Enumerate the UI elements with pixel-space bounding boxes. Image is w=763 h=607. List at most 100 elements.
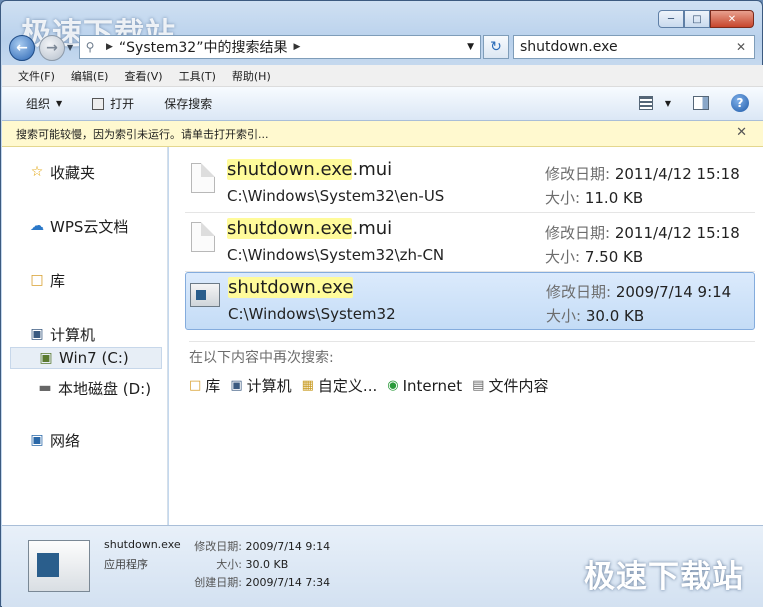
organize-label: 组织: [26, 97, 51, 111]
search-again-internet[interactable]: ◉ Internet: [387, 375, 462, 396]
breadcrumb-chevron-icon[interactable]: ▶: [293, 42, 300, 52]
application-icon: [190, 283, 220, 307]
result-path: C:\Windows\System32\zh-CN: [227, 246, 445, 264]
application-thumbnail-icon: [28, 540, 90, 592]
save-search-button[interactable]: 保存搜索: [164, 95, 212, 112]
navigation-pane: ☆ 收藏夹 ☁ WPS云文档 □ 库 ▣ 计算机 ▣ Win7 (C:) ▬ 本…: [2, 147, 168, 525]
preview-pane-icon[interactable]: [693, 96, 709, 110]
change-view-icon[interactable]: [638, 96, 653, 110]
back-button[interactable]: ←: [9, 35, 35, 61]
size-label: 大小:: [545, 248, 581, 266]
search-box[interactable]: shutdown.exe ✕: [513, 35, 755, 59]
breadcrumb-chevron-icon[interactable]: ▶: [106, 42, 113, 52]
menu-help[interactable]: 帮助(H): [232, 68, 271, 84]
modified-value: 2009/7/14 9:14: [615, 283, 732, 301]
nav-label: 库: [50, 271, 66, 290]
results-pane: shutdown.exe.mui C:\Windows\System32\en-…: [169, 147, 763, 525]
search-again-custom[interactable]: ▦ 自定义...: [302, 375, 378, 396]
list-item[interactable]: shutdown.exe.mui C:\Windows\System32\zh-…: [185, 214, 755, 272]
result-name: shutdown.exe.mui: [227, 218, 392, 239]
command-bar: 组织 ▼ 打开 保存搜索 ▼ ?: [2, 87, 763, 121]
help-icon[interactable]: ?: [731, 94, 749, 112]
details-value: 2009/7/14 9:14: [245, 540, 331, 553]
info-bar-message: 搜索可能较慢，因为索引未运行。请单击打开索引...: [16, 127, 269, 141]
computer-icon: ▣: [30, 326, 44, 342]
close-button[interactable]: ✕: [710, 10, 754, 28]
nav-label: 网络: [50, 431, 81, 450]
details-label: 创建日期:: [194, 576, 242, 589]
nav-label: 计算机: [50, 325, 96, 344]
nav-label: 收藏夹: [50, 163, 96, 182]
recent-pages-dropdown-icon[interactable]: ▼: [67, 43, 73, 52]
modified-value: 2011/4/12 15:18: [614, 165, 740, 183]
menu-view[interactable]: 查看(V): [124, 68, 162, 84]
open-button[interactable]: 打开: [92, 95, 134, 112]
library-icon: □: [30, 272, 44, 288]
view-dropdown-icon[interactable]: ▼: [665, 99, 671, 108]
search-again-computer[interactable]: ▣ 计算机: [230, 375, 291, 396]
size-label: 大小:: [546, 307, 582, 325]
list-item[interactable]: shutdown.exe.mui C:\Windows\System32\en-…: [185, 155, 755, 213]
link-label: 库: [205, 377, 221, 395]
organize-dropdown-icon: ▼: [56, 99, 63, 108]
link-label: 文件内容: [488, 377, 549, 395]
details-file-name: shutdown.exe: [104, 538, 181, 551]
size-value: 7.50 KB: [584, 248, 644, 266]
nav-label: 本地磁盘 (D:): [58, 379, 152, 398]
search-again-library[interactable]: □ 库: [189, 375, 220, 396]
menu-edit[interactable]: 编辑(E): [71, 68, 109, 84]
address-bar[interactable]: ⚲ ▶ “System32”中的搜索结果 ▶ ▼: [79, 35, 481, 59]
info-bar-close-icon[interactable]: ✕: [736, 125, 747, 140]
result-size: 大小: 11.0 KB: [545, 187, 643, 208]
name-rest: .mui: [352, 218, 393, 239]
nav-item-drive-d[interactable]: ▬ 本地磁盘 (D:): [36, 377, 151, 399]
document-search-icon: ▤: [472, 378, 485, 393]
result-size: 大小: 30.0 KB: [546, 305, 644, 326]
result-path: C:\Windows\System32: [228, 305, 396, 323]
star-icon: ☆: [30, 164, 44, 180]
search-folder-icon: ⚲: [85, 40, 95, 54]
result-name: shutdown.exe.mui: [227, 159, 392, 180]
size-value: 11.0 KB: [584, 189, 644, 207]
search-again-title: 在以下内容中再次搜索:: [189, 350, 334, 366]
result-size: 大小: 7.50 KB: [545, 246, 643, 267]
minimize-button[interactable]: ─: [658, 10, 684, 28]
back-arrow-icon: ←: [16, 40, 28, 56]
link-label: 自定义...: [317, 377, 378, 395]
details-label: 大小:: [216, 558, 242, 571]
details-file-type: 应用程序: [104, 558, 148, 571]
nav-item-drive-c[interactable]: ▣ Win7 (C:): [10, 347, 162, 369]
modified-label: 修改日期:: [545, 224, 611, 242]
menu-file[interactable]: 文件(F): [18, 68, 55, 84]
list-item-selected[interactable]: shutdown.exe C:\Windows\System32 修改日期: 2…: [185, 272, 755, 330]
nav-item-network[interactable]: ▣ 网络: [28, 429, 80, 451]
nav-item-wps[interactable]: ☁ WPS云文档: [28, 215, 128, 237]
address-dropdown-icon[interactable]: ▼: [467, 42, 474, 52]
maximize-button[interactable]: □: [684, 10, 710, 28]
modified-label: 修改日期:: [546, 283, 612, 301]
result-name: shutdown.exe: [228, 277, 354, 298]
refresh-button[interactable]: ↻: [483, 35, 509, 59]
nav-item-computer[interactable]: ▣ 计算机: [28, 323, 95, 345]
open-label: 打开: [110, 97, 135, 111]
name-highlight: shutdown.exe: [227, 218, 353, 239]
menu-bar: 文件(F) 编辑(E) 查看(V) 工具(T) 帮助(H): [2, 65, 763, 87]
drive-icon: ▬: [38, 380, 52, 396]
address-path[interactable]: “System32”中的搜索结果: [119, 37, 288, 57]
name-highlight: shutdown.exe: [228, 277, 354, 298]
search-again-file-contents[interactable]: ▤ 文件内容: [472, 375, 548, 396]
clear-search-icon[interactable]: ✕: [736, 40, 746, 54]
menu-tools[interactable]: 工具(T): [179, 68, 216, 84]
organize-button[interactable]: 组织 ▼: [26, 95, 62, 112]
name-highlight: shutdown.exe: [227, 159, 353, 180]
open-icon: [92, 97, 105, 110]
info-bar[interactable]: 搜索可能较慢，因为索引未运行。请单击打开索引... ✕: [2, 121, 763, 147]
nav-item-favorites[interactable]: ☆ 收藏夹: [28, 161, 95, 183]
forward-arrow-icon: →: [46, 40, 58, 56]
library-icon: □: [189, 378, 202, 393]
nav-label: Win7 (C:): [59, 349, 129, 367]
forward-button[interactable]: →: [39, 35, 65, 61]
search-again-links: □ 库 ▣ 计算机 ▦ 自定义... ◉ Internet ▤ 文件内容: [189, 375, 558, 396]
search-input[interactable]: shutdown.exe: [520, 39, 618, 55]
nav-item-library[interactable]: □ 库: [28, 269, 65, 291]
